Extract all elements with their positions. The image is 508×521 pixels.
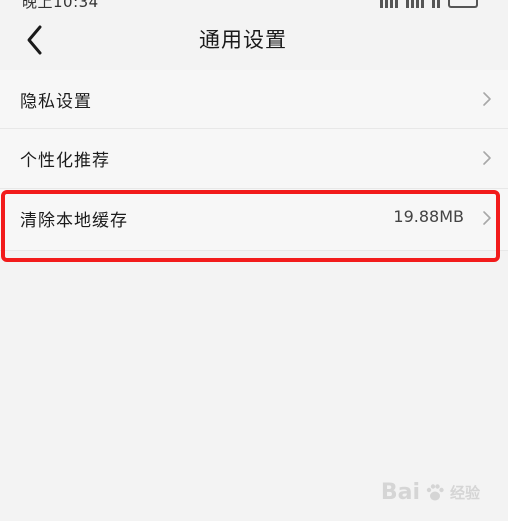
settings-item-clear-cache[interactable]: 清除本地缓存 19.88MB — [0, 189, 508, 251]
signal-icon-2 — [406, 0, 424, 8]
settings-list: 隐私设置 个性化推荐 清除本地缓存 19.88MB — [0, 70, 508, 251]
chevron-right-icon — [483, 211, 491, 225]
battery-icon — [448, 0, 478, 8]
chevron-right-icon — [483, 92, 491, 106]
paw-icon — [426, 483, 444, 500]
signal-icon — [380, 0, 398, 8]
settings-item-label: 个性化推荐 — [20, 151, 110, 171]
status-time: 晚上10:34 — [22, 0, 99, 10]
watermark-sub: 经验 — [449, 484, 480, 502]
wifi-icon — [432, 0, 440, 8]
status-bar: 晚上10:34 — [0, 0, 508, 10]
cache-size-value: 19.88MB — [393, 207, 464, 226]
page-title: 通用设置 — [199, 28, 287, 52]
status-icons — [380, 0, 478, 8]
settings-item-personalized-recommend[interactable]: 个性化推荐 — [0, 129, 508, 189]
settings-item-label: 清除本地缓存 — [20, 211, 128, 231]
chevron-right-icon — [483, 151, 491, 165]
settings-item-privacy[interactable]: 隐私设置 — [0, 70, 508, 129]
watermark-text: Bai — [380, 480, 420, 505]
header: 通用设置 — [0, 10, 508, 70]
watermark: Bai 经验 — [381, 480, 480, 505]
settings-item-label: 隐私设置 — [20, 92, 92, 112]
